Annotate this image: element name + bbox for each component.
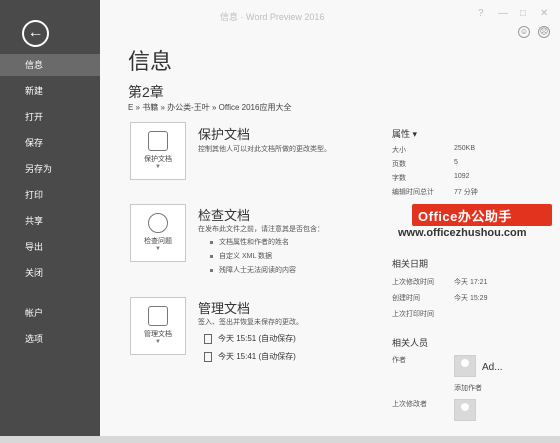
back-arrow-icon[interactable]: ← bbox=[22, 20, 49, 47]
chevron-down-icon: ▼ bbox=[155, 246, 161, 252]
page-title: 信息 bbox=[128, 49, 173, 74]
prop-label-pages: 页数 bbox=[392, 161, 406, 168]
inspect-icon bbox=[148, 213, 168, 233]
manage-document-icon bbox=[148, 306, 168, 326]
close-button[interactable]: ✕ bbox=[540, 8, 548, 19]
prop-value-words: 1092 bbox=[454, 173, 470, 180]
date-label-created: 创建时间 bbox=[392, 295, 420, 302]
author-label: 作者 bbox=[392, 357, 406, 364]
minimize-button[interactable]: — bbox=[498, 8, 508, 19]
bottom-edge bbox=[0, 436, 560, 443]
date-value-created: 今天 15:29 bbox=[454, 295, 488, 302]
related-dates-heading: 相关日期 bbox=[392, 259, 429, 269]
protect-document-label: 保护文档 bbox=[144, 156, 172, 163]
protect-description: 控制其他人可以对此文档所做的更改类型。 bbox=[198, 146, 331, 153]
properties-dropdown[interactable]: 属性 ▾ bbox=[392, 127, 417, 140]
check-issues-button[interactable]: 检查问题 ▼ bbox=[130, 204, 186, 262]
date-label-modified: 上次修改时间 bbox=[392, 279, 434, 286]
check-issues-label: 检查问题 bbox=[144, 238, 172, 245]
date-value-modified: 今天 17:21 bbox=[454, 279, 488, 286]
sidebar-item-account[interactable]: 帐户 bbox=[0, 302, 100, 324]
watermark-url: www.officezhushou.com bbox=[398, 227, 527, 239]
sidebar-item-print[interactable]: 打印 bbox=[0, 184, 100, 206]
frown-feedback-icon[interactable]: ☹ bbox=[538, 26, 550, 38]
document-icon bbox=[204, 333, 212, 344]
sidebar-item-save-as[interactable]: 另存为 bbox=[0, 158, 100, 180]
protect-document-button[interactable]: 保护文档 ▼ bbox=[130, 122, 186, 180]
document-title: 第2章 bbox=[128, 84, 164, 100]
author-name[interactable]: Ad... bbox=[482, 362, 503, 373]
help-button[interactable]: ? bbox=[478, 8, 484, 19]
sidebar-item-share[interactable]: 共享 bbox=[0, 210, 100, 232]
protect-heading: 保护文档 bbox=[198, 127, 251, 142]
prop-label-words: 字数 bbox=[392, 175, 406, 182]
manage-description: 签入、签出并恢复未保存的更改。 bbox=[198, 319, 303, 326]
sidebar-item-options[interactable]: 选项 bbox=[0, 328, 100, 350]
inspect-heading: 检查文档 bbox=[198, 208, 251, 223]
backstage-sidebar: ← 信息 新建 打开 保存 另存为 打印 共享 导出 关闭 帐户 选项 bbox=[0, 0, 100, 443]
autosave-version[interactable]: 今天 15:41 (自动保存) bbox=[204, 351, 296, 362]
prop-label-size: 大小 bbox=[392, 147, 406, 154]
sidebar-item-close[interactable]: 关闭 bbox=[0, 262, 100, 284]
document-icon bbox=[204, 351, 212, 362]
sidebar-item-new[interactable]: 新建 bbox=[0, 80, 100, 102]
prop-value-edit-time: 77 分钟 bbox=[454, 189, 478, 196]
manage-heading: 管理文档 bbox=[198, 301, 251, 316]
watermark-text: Office办公助手 bbox=[418, 209, 512, 224]
prop-value-pages: 5 bbox=[454, 159, 458, 166]
restore-button[interactable]: □ bbox=[520, 8, 526, 19]
document-path[interactable]: E » 书籍 » 办公类-王叶 » Office 2016应用大全 bbox=[128, 102, 291, 113]
window-title: 信息 · Word Preview 2016 bbox=[220, 12, 325, 22]
chevron-down-icon: ▼ bbox=[155, 339, 161, 345]
watermark-badge: Office办公助手 bbox=[412, 204, 552, 226]
add-author-link[interactable]: 添加作者 bbox=[454, 383, 482, 393]
prop-value-size: 250KB bbox=[454, 145, 476, 152]
prop-label-edit-time: 编辑时间总计 bbox=[392, 189, 434, 196]
sidebar-item-save[interactable]: 保存 bbox=[0, 132, 100, 154]
inspect-bullet: 残障人士无法阅读的内容 bbox=[210, 265, 296, 275]
sidebar-item-open[interactable]: 打开 bbox=[0, 106, 100, 128]
avatar bbox=[454, 399, 476, 421]
chevron-down-icon: ▼ bbox=[155, 164, 161, 170]
last-modified-by-label: 上次修改者 bbox=[392, 401, 427, 408]
inspect-description: 在发布此文件之前，请注意其是否包含： bbox=[198, 226, 324, 233]
inspect-bullet: 自定义 XML 数据 bbox=[210, 251, 272, 261]
sidebar-item-export[interactable]: 导出 bbox=[0, 236, 100, 258]
manage-document-button[interactable]: 管理文档 ▼ bbox=[130, 297, 186, 355]
date-label-printed: 上次打印时间 bbox=[392, 311, 434, 318]
manage-document-label: 管理文档 bbox=[144, 331, 172, 338]
avatar bbox=[454, 355, 476, 377]
sidebar-item-info[interactable]: 信息 bbox=[0, 54, 100, 76]
inspect-bullet: 文档属性和作者的姓名 bbox=[210, 237, 289, 247]
related-people-heading: 相关人员 bbox=[392, 338, 429, 348]
lock-icon bbox=[148, 131, 168, 151]
autosave-version[interactable]: 今天 15:51 (自动保存) bbox=[204, 333, 296, 344]
smile-feedback-icon[interactable]: ☺ bbox=[518, 26, 530, 38]
